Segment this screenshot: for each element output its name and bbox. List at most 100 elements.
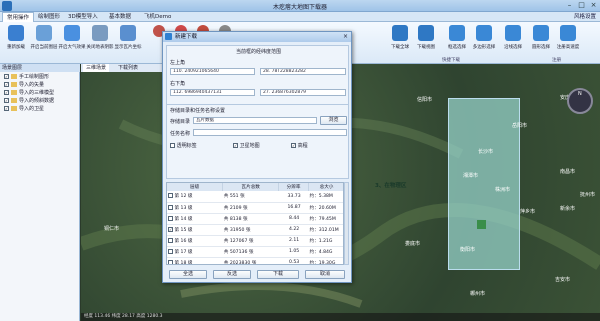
layer-label: 手工绘制图形	[19, 74, 50, 80]
count-cell: 共 2023830 张	[222, 257, 279, 264]
ribbon-button-0[interactable]: 重新加载	[2, 25, 30, 61]
size-cell: 约：19.30G	[308, 257, 343, 264]
option-transparent-label[interactable]: 透明标签	[170, 142, 197, 149]
invert-selection-button[interactable]: 反选	[213, 270, 251, 279]
compass-icon[interactable]: N	[567, 88, 593, 114]
tab-download-list[interactable]: 下载列表	[115, 64, 141, 72]
select-all-button[interactable]: 全选	[169, 270, 207, 279]
ribbon-button-11[interactable]: 框选选择	[443, 25, 471, 61]
table-row[interactable]: 第 14 级 共 8138 张 8.44 约：79.45M	[167, 213, 343, 225]
col-size: 总大小	[308, 183, 343, 191]
ribbon-button-15[interactable]: 注册高速度	[554, 25, 582, 61]
resolution-cell: 1.05	[278, 246, 309, 258]
row-checkbox[interactable]	[168, 204, 173, 210]
level-cell: 第 13 级	[167, 202, 223, 214]
tab-plane-demo[interactable]: 飞机Demo	[140, 12, 175, 22]
register-icon	[560, 25, 576, 41]
ribbon-button-label: 下载全球	[391, 45, 409, 50]
city-label: 抚州市	[580, 192, 596, 198]
style-setting-button[interactable]: 风格设置	[574, 12, 596, 22]
option-satellite-checkbox[interactable]: ✓	[233, 143, 238, 148]
layer-item[interactable]: ✓ 导入的倾斜数据	[4, 98, 54, 105]
city-label: 湘潭市	[463, 173, 479, 179]
storage-section: 存储目录和任务名称设置 存储目录 瓦片数据 浏览 任务名称 透明标签 ✓ 卫星地…	[166, 104, 349, 179]
count-cell: 共 551 张	[222, 191, 279, 203]
city-label: 信阳市	[417, 97, 433, 103]
tile-icon	[120, 25, 136, 41]
ribbon-button-4[interactable]: 显示瓦片坐标	[114, 25, 142, 61]
row-checkbox[interactable]: ✓	[168, 226, 173, 232]
option-elevation-label[interactable]: ✓ 高程	[291, 142, 308, 149]
tab-draw-shapes[interactable]: 绘制图形	[34, 12, 64, 22]
table-row[interactable]: 第 18 级 共 2023830 张 0.53 约：19.30G	[167, 257, 343, 264]
tab-basic-data[interactable]: 基本数据	[105, 12, 135, 22]
table-row[interactable]: ✓ 第 15 级共 31950 张 4.22 约：312.01M	[167, 224, 343, 236]
level-text: 第 15 级	[174, 227, 193, 233]
col-resolution: 分辨率	[278, 183, 310, 191]
table-row[interactable]: 第 13 级 共 2109 张 16.87 约：20.60M	[167, 202, 343, 214]
ribbon-button-1[interactable]: 开启当前图层	[30, 25, 58, 61]
ribbon-button-3[interactable]: 关闭地表阴影	[86, 25, 114, 61]
dialog-title: 新建下载	[163, 32, 351, 42]
task-name-field[interactable]	[193, 129, 347, 136]
ribbon-button-9[interactable]: 下载全球	[386, 25, 414, 61]
view-download-icon	[418, 25, 434, 41]
resolution-cell: 8.44	[278, 213, 309, 225]
ribbon-button-label: 关闭地表阴影	[86, 45, 114, 50]
maximize-icon[interactable]: □	[576, 1, 587, 10]
row-checkbox[interactable]	[168, 237, 173, 243]
table-row[interactable]: 第 17 级 共 507136 张 1.05 约：4.84G	[167, 246, 343, 258]
dialog-close-icon[interactable]: ×	[343, 33, 348, 40]
ribbon-button-12[interactable]: 多边形选择	[470, 25, 498, 61]
option-transparent-checkbox[interactable]	[170, 143, 175, 148]
cancel-button[interactable]: 取消	[305, 270, 345, 279]
table-row[interactable]: 第 12 级 共 551 张 33.73 约：5.38M	[167, 191, 343, 203]
selection-rectangle[interactable]	[448, 98, 520, 270]
tab-3d-scene[interactable]: 三维场景	[83, 64, 110, 72]
browse-button[interactable]: 浏览	[320, 116, 347, 125]
layer-item[interactable]: ✓ 手工绘制图形	[4, 74, 49, 81]
size-cell: 约：5.38M	[308, 191, 343, 203]
storage-section-label: 存储目录和任务名称设置	[170, 108, 226, 114]
table-row[interactable]: 第 16 级 共 127067 张 2.11 约：1.21G	[167, 235, 343, 247]
row-checkbox[interactable]	[168, 215, 173, 221]
download-icon	[165, 33, 172, 40]
close-icon[interactable]: ×	[588, 1, 599, 10]
ribbon-button-10[interactable]: 下载视图	[412, 25, 440, 61]
option-elevation-checkbox[interactable]: ✓	[291, 143, 296, 148]
level-cell: ✓ 第 15 级	[167, 224, 223, 236]
download-button[interactable]: 下载	[257, 270, 299, 279]
layer-item[interactable]: ✓ 导入的三维模型	[4, 90, 54, 97]
row-checkbox[interactable]	[168, 193, 173, 199]
top-left-lon-field[interactable]: 110. 240921065640	[170, 68, 255, 75]
ribbon-button-14[interactable]: 圆形选择	[527, 25, 555, 61]
bottom-right-lon-field[interactable]: 112. 6986940437131	[170, 89, 255, 96]
storage-dir-field[interactable]: 瓦片数据	[193, 117, 317, 124]
row-checkbox[interactable]	[168, 248, 173, 254]
ribbon-button-2[interactable]: 开启大气效果	[58, 25, 86, 61]
city-label: 萍乡市	[520, 209, 536, 215]
row-checkbox[interactable]	[168, 259, 173, 264]
level-cell: 第 17 级	[167, 246, 223, 258]
bottom-right-lat-field[interactable]: 27. 236876302879	[260, 89, 346, 96]
task-name-label: 任务名称	[170, 131, 191, 137]
tab-3d-import[interactable]: 3D模型导入	[64, 12, 102, 22]
layer-item[interactable]: ✓ 导入的矢量	[4, 82, 44, 89]
layer-item[interactable]: ✓ 导入的卫星	[4, 106, 44, 113]
layer-checkbox[interactable]: ✓	[4, 98, 9, 103]
ribbon-button-13[interactable]: 沿线选择	[499, 25, 527, 61]
new-download-dialog: 新建下载 × 当前框的经纬度范围 左上角 110. 240921065640 2…	[162, 31, 352, 283]
count-cell: 共 127067 张	[222, 235, 279, 247]
layer-checkbox[interactable]: ✓	[4, 106, 9, 111]
line-select-icon	[505, 25, 521, 41]
tab-common-ops[interactable]: 常用操作	[2, 12, 35, 22]
minimize-icon[interactable]: –	[564, 1, 575, 10]
layer-checkbox[interactable]: ✓	[4, 74, 9, 79]
layer-checkbox[interactable]: ✓	[4, 82, 9, 87]
option-satellite-label[interactable]: ✓ 卫星地图	[233, 142, 260, 149]
layer-checkbox[interactable]: ✓	[4, 90, 9, 95]
resolution-cell: 0.53	[278, 257, 309, 264]
ribbon-button-label: 圆形选择	[532, 45, 550, 50]
table-scrollbar[interactable]	[344, 182, 349, 265]
top-left-lat-field[interactable]: 28. 78T228823282	[260, 68, 346, 75]
